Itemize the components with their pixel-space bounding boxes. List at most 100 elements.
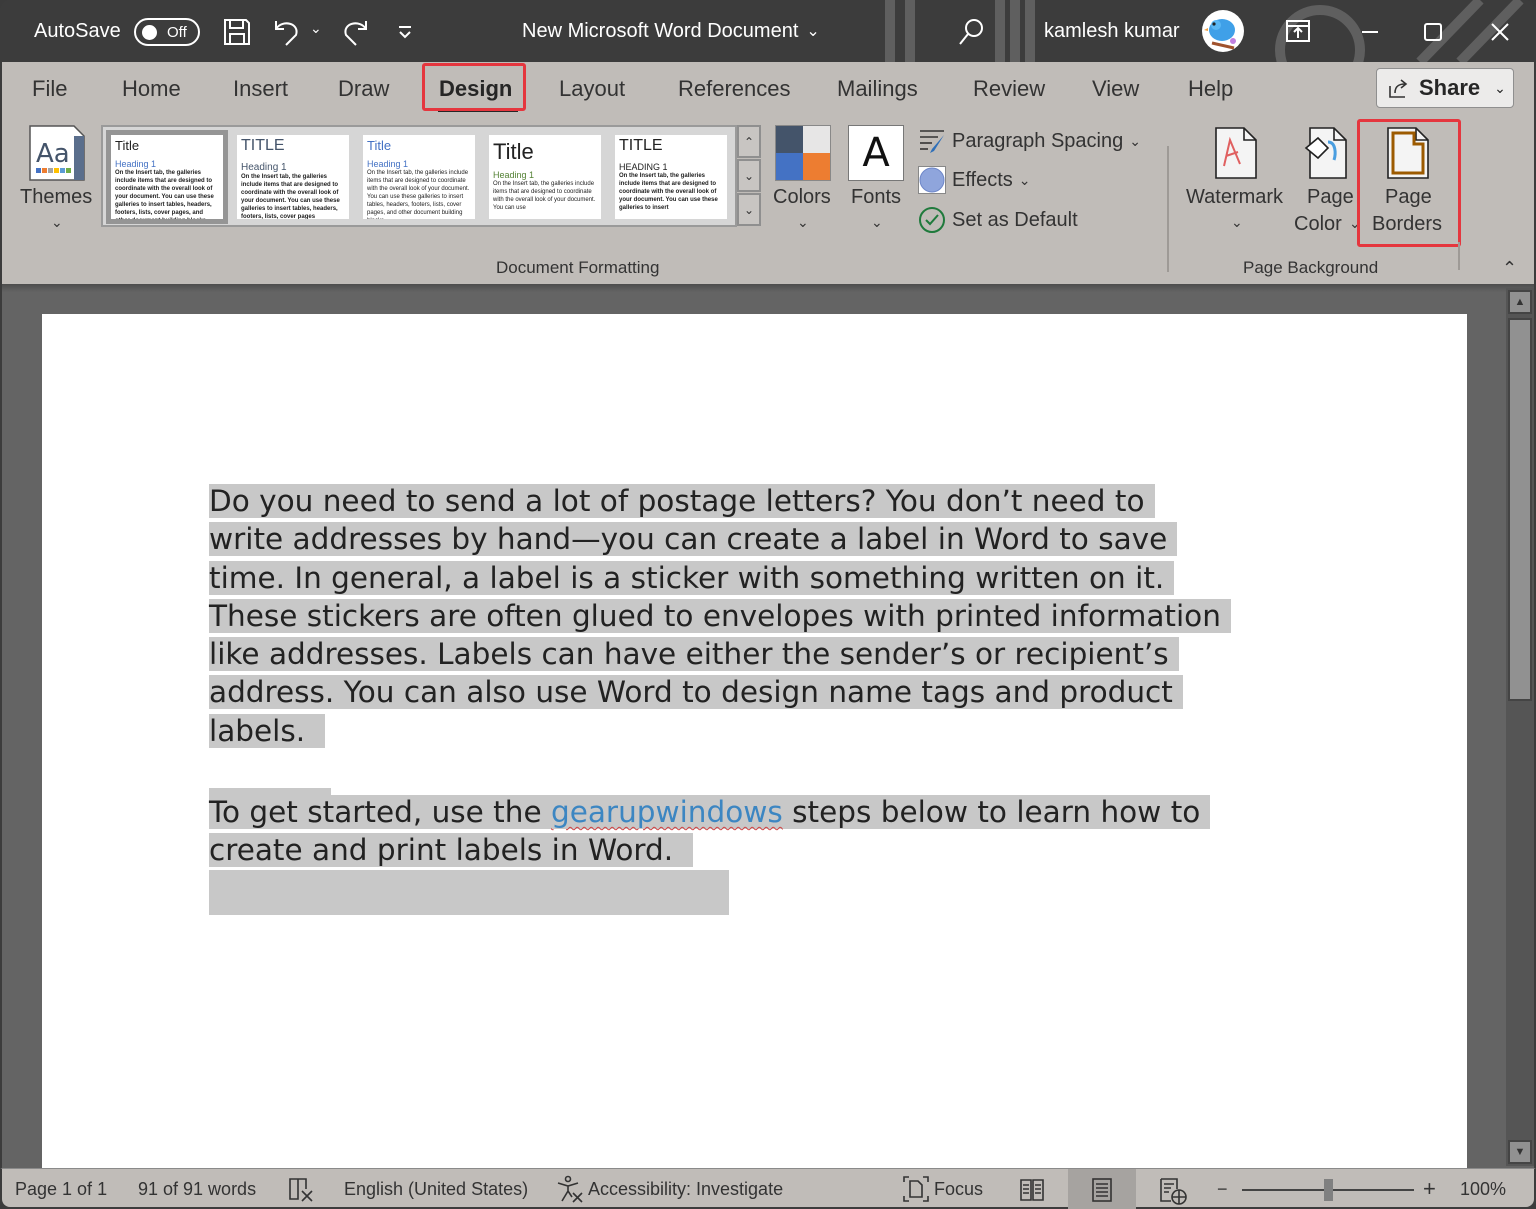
undo-dropdown-chevron[interactable]: ⌄ <box>310 20 322 37</box>
paragraph-spacing-icon <box>920 130 944 153</box>
share-label: Share <box>1419 75 1481 100</box>
tab-mailings[interactable]: Mailings <box>837 76 918 102</box>
style-heading: HEADING 1 <box>619 162 668 172</box>
style-title: TITLE <box>241 137 285 154</box>
checkmark-circle-icon <box>919 207 945 233</box>
zoom-level[interactable]: 100% <box>1460 1169 1506 1209</box>
style-set-option[interactable]: Title Heading 1 On the Insert tab, the g… <box>489 135 601 219</box>
themes-chevron-icon: ⌄ <box>51 214 63 230</box>
zoom-slider-thumb[interactable] <box>1324 1179 1333 1201</box>
set-as-default-label: Set as Default <box>952 208 1078 231</box>
tab-draw[interactable]: Draw <box>338 76 389 102</box>
undo-icon[interactable] <box>272 17 302 47</box>
tab-view[interactable]: View <box>1092 76 1139 102</box>
scroll-thumb[interactable] <box>1508 318 1532 701</box>
zoom-out-button[interactable]: − <box>1217 1169 1228 1209</box>
vertical-scrollbar[interactable]: ▲ ▼ <box>1506 288 1534 1166</box>
style-set-option[interactable]: TITLE HEADING 1 On the Insert tab, the g… <box>615 135 727 219</box>
page-background-group-label: Page Background <box>1243 258 1379 277</box>
ribbon-display-options-icon[interactable] <box>1285 19 1311 43</box>
gallery-expand-button[interactable]: ⌄ <box>737 193 761 226</box>
style-body: On the Insert tab, the galleries include… <box>241 174 340 219</box>
selected-text: steps below to learn how to <box>782 795 1201 829</box>
maximize-icon[interactable] <box>1421 20 1445 44</box>
collapse-ribbon-icon[interactable]: ⌃ <box>1502 258 1517 279</box>
avatar[interactable] <box>1202 10 1244 52</box>
bird-avatar-icon <box>1204 19 1236 50</box>
scroll-up-button[interactable]: ▲ <box>1508 290 1532 314</box>
set-as-default-button[interactable]: Set as Default <box>918 205 1078 235</box>
document-page[interactable]: Do you need to send a lot of postage let… <box>42 314 1467 1174</box>
paragraph-spacing-button[interactable]: Paragraph Spacing ⌄ <box>918 126 1141 156</box>
style-set-option[interactable]: Title Heading 1 On the Insert tab, the g… <box>363 135 475 219</box>
save-icon[interactable] <box>222 17 252 47</box>
tab-review[interactable]: Review <box>973 76 1045 102</box>
style-heading: Heading 1 <box>493 170 535 180</box>
text-line: labels. <box>209 712 1309 750</box>
gallery-scroll-down-button[interactable]: ⌄ <box>737 159 761 192</box>
page-color-label-line1: Page <box>1307 186 1354 208</box>
design-tab-highlight <box>422 63 526 111</box>
tab-file[interactable]: File <box>32 76 67 102</box>
tab-references[interactable]: References <box>678 76 791 102</box>
style-heading: Heading 1 <box>241 162 287 173</box>
effects-icon <box>918 166 946 194</box>
zoom-in-button[interactable]: + <box>1423 1169 1436 1209</box>
style-body: On the Insert tab, the galleries include… <box>493 181 596 211</box>
tab-help[interactable]: Help <box>1188 76 1233 102</box>
scroll-down-button[interactable]: ▼ <box>1508 1140 1532 1164</box>
focus-mode-button[interactable]: Focus <box>902 1169 983 1209</box>
theme-color-swatch <box>776 126 803 153</box>
proofing-icon[interactable] <box>288 1177 316 1203</box>
read-mode-icon[interactable] <box>1019 1177 1045 1203</box>
selected-text: Do you need to send a lot of postage let… <box>209 484 1155 518</box>
print-layout-icon[interactable] <box>1090 1177 1114 1203</box>
colors-label: Colors <box>773 186 831 208</box>
tab-insert[interactable]: Insert <box>233 76 288 102</box>
style-set-option[interactable]: TITLE Heading 1 On the Insert tab, the g… <box>237 135 349 219</box>
autosave-state: Off <box>167 23 187 41</box>
autosave-label: AutoSave <box>34 19 121 42</box>
redo-icon[interactable] <box>340 17 370 47</box>
selected-text: To get started, use the <box>209 795 551 829</box>
text-line: To get started, use the gearupwindows st… <box>209 793 1309 831</box>
close-icon[interactable] <box>1488 20 1512 44</box>
page-count[interactable]: Page 1 of 1 <box>15 1169 107 1209</box>
selected-text: These stickers are often glued to envelo… <box>209 598 1231 633</box>
autosave-toggle[interactable]: Off <box>134 18 200 46</box>
paragraph-spacing-label: Paragraph Spacing <box>952 129 1124 152</box>
tab-layout[interactable]: Layout <box>559 76 625 102</box>
effects-button[interactable]: Effects ⌄ <box>918 165 1031 195</box>
user-name[interactable]: kamlesh kumar <box>1044 0 1180 62</box>
ribbon-tabs: File Home Insert Draw Design Layout Refe… <box>2 62 1534 116</box>
tab-home[interactable]: Home <box>122 76 181 102</box>
minimize-icon[interactable] <box>1358 20 1382 44</box>
gearupwindows-link[interactable]: gearupwindows <box>551 795 783 829</box>
colors-chevron-icon: ⌄ <box>797 214 809 230</box>
style-set-option[interactable]: Title Heading 1 On the Insert tab, the g… <box>106 130 228 224</box>
share-button[interactable]: Share ⌄ <box>1376 68 1514 108</box>
search-icon[interactable] <box>956 17 986 47</box>
selected-text: write addresses by hand—you can create a… <box>209 522 1178 557</box>
paragraph-1[interactable]: Do you need to send a lot of postage let… <box>209 482 1309 750</box>
selected-text: time. In general, a label is a sticker w… <box>209 560 1175 595</box>
document-title[interactable]: New Microsoft Word Document ⌄ <box>522 0 820 62</box>
ribbon-shadow <box>2 284 1534 292</box>
paragraph-2[interactable]: To get started, use the gearupwindows st… <box>209 793 1309 870</box>
group-separator <box>1458 242 1460 270</box>
language[interactable]: English (United States) <box>344 1169 528 1209</box>
accessibility-status[interactable]: Accessibility: Investigate <box>556 1169 783 1209</box>
group-separator <box>1167 146 1169 272</box>
fonts-chevron-icon: ⌄ <box>871 214 883 230</box>
word-count[interactable]: 91 of 91 words <box>138 1169 256 1209</box>
style-heading: Heading 1 <box>367 159 409 169</box>
customize-toolbar-icon[interactable] <box>396 24 414 40</box>
web-layout-icon[interactable] <box>1159 1177 1187 1205</box>
focus-label: Focus <box>934 1178 984 1199</box>
style-title: TITLE <box>619 137 663 154</box>
watermark-chevron-icon: ⌄ <box>1231 214 1243 230</box>
title-bar: AutoSave Off ⌄ New Microsoft Word Docume… <box>0 0 1536 62</box>
gallery-scroll-up-button[interactable]: ⌃ <box>737 125 761 158</box>
style-title: Title <box>115 138 140 153</box>
selected-text: labels. <box>209 713 326 748</box>
